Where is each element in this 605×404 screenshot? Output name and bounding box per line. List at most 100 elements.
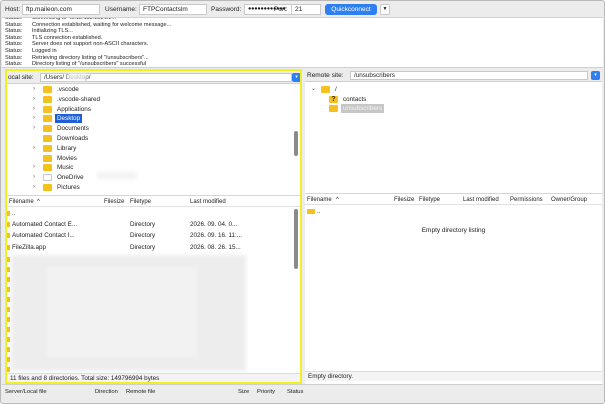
folder-icon	[7, 267, 10, 272]
file-modified: 2026. 09. 04. 0...	[190, 221, 238, 229]
tree-item-label: .vscode-shared	[57, 95, 101, 103]
log-line-text: Directory listing of "/unsubscribers" su…	[32, 61, 147, 68]
folder-icon	[43, 105, 52, 113]
local-pane: ocal site: /Users/ Desktop/ ▾ › .vscode ›.…	[5, 69, 302, 384]
remote-col-filename[interactable]: Filename	[307, 197, 332, 203]
file-type: Directory	[130, 221, 156, 229]
tree-item-label: contacts	[343, 95, 367, 103]
folder-icon	[7, 277, 10, 282]
folder-icon	[43, 95, 52, 103]
chevron-right-icon[interactable]: ›	[33, 124, 41, 133]
remote-directory-tree[interactable]: ⌄ /? contacts unsubscribers	[305, 82, 602, 194]
queue-col-size[interactable]: Size	[238, 389, 249, 395]
folder-icon	[7, 233, 10, 239]
local-path-dropdown[interactable]: ▾	[292, 73, 300, 82]
col-filesize[interactable]: Filesize	[104, 199, 124, 205]
log-line-text: Logged in	[32, 48, 57, 54]
file-row[interactable]: ..	[305, 206, 602, 217]
quickconnect-bar: Host: ftp.maileon.com Username: FTPConta…	[2, 2, 603, 18]
file-type: Directory	[130, 243, 156, 251]
folder-icon	[7, 211, 10, 216]
quickconnect-button[interactable]: Quickconnect	[325, 4, 377, 15]
remote-pane: Remote site: /unsubscribers ▾ ⌄ /? contact…	[305, 69, 602, 384]
message-log: Status: Connecting to 49.12.118.158:21...…	[2, 18, 603, 68]
col-filename[interactable]: Filename	[9, 199, 34, 205]
remote-col-owner-group[interactable]: Owner/Group	[551, 197, 587, 203]
folder-icon	[7, 257, 10, 262]
folder-icon	[7, 307, 10, 312]
file-row[interactable]: FileZilla.app Directory 2026. 08. 26. 15..…	[7, 242, 300, 253]
queue-col-remote-file[interactable]: Remote file	[126, 389, 155, 395]
chevron-right-icon[interactable]: ›	[33, 114, 41, 123]
local-file-list[interactable]: .. Automated Contact E... Directory 2026. 0…	[7, 207, 300, 374]
remote-col-filesize[interactable]: Filesize	[394, 197, 414, 203]
chevron-right-icon[interactable]: ›	[33, 163, 41, 172]
folder-icon	[329, 105, 338, 112]
transfer-queue: Server/Local file Direction Remote file …	[2, 384, 603, 403]
remote-path-input[interactable]: /unsubscribers	[350, 71, 588, 80]
host-input[interactable]: ftp.maileon.com	[22, 4, 100, 15]
chevron-right-icon[interactable]: ›	[33, 144, 41, 153]
log-line-text: TLS connection established.	[32, 34, 103, 41]
log-line-text: Connecting to 49.12.118.158:21...	[32, 18, 116, 21]
queue-col-status[interactable]: Status	[287, 389, 303, 395]
col-last-modified[interactable]: Last modified	[190, 199, 226, 205]
folder-icon	[321, 86, 330, 93]
chevron-right-icon[interactable]: ›	[33, 85, 41, 94]
file-row[interactable]: ..	[7, 208, 300, 219]
chevron-right-icon[interactable]: ›	[33, 105, 41, 114]
username-input[interactable]: FTPContactslm	[139, 4, 207, 15]
local-tree-scrollbar[interactable]	[294, 131, 298, 156]
folder-icon	[43, 144, 52, 152]
log-line: Status: Directory listing of "/unsubscrib…	[5, 61, 147, 68]
remote-path-dropdown[interactable]: ▾	[591, 71, 600, 80]
file-modified: 2026. 09. 16. 11:...	[190, 232, 243, 240]
queue-col-priority[interactable]: Priority	[257, 389, 275, 395]
tree-item-label: Music	[57, 164, 74, 172]
unknown-folder-icon: ?	[329, 95, 338, 103]
remote-file-list[interactable]: Empty directory listing ..	[305, 205, 602, 372]
local-directory-tree[interactable]: › .vscode › .vscode-shared › Applications › Des…	[7, 84, 300, 196]
folder-icon	[43, 184, 52, 191]
file-modified: 2026. 08. 26. 15...	[190, 243, 241, 251]
log-line-text: Connection established, waiting for welc…	[32, 21, 172, 28]
tree-item-label: OneDrive	[57, 174, 84, 182]
file-row[interactable]: Automated Contact E... Directory 2026. 09.…	[7, 219, 300, 230]
file-icon	[43, 174, 52, 182]
local-site-label: ocal site:	[8, 74, 34, 81]
chevron-right-icon[interactable]: ›	[33, 183, 41, 192]
remote-sort-ascending-icon: ^	[336, 197, 339, 203]
remote-col-filetype[interactable]: Filetype	[419, 197, 440, 203]
col-filetype[interactable]: Filetype	[130, 199, 151, 205]
remote-site-bar: Remote site: /unsubscribers ▾	[305, 69, 602, 82]
chevron-right-icon[interactable]: ›	[33, 95, 41, 104]
log-line-text: Server does not support non-ASCII charac…	[32, 41, 149, 48]
tree-item-label: Desktop	[55, 114, 83, 124]
quickconnect-history-dropdown[interactable]: ▼	[380, 4, 390, 15]
port-label: Port:	[274, 6, 288, 13]
tree-item-label: Applications	[57, 105, 91, 113]
tree-item-label: Downloads	[57, 135, 89, 142]
chevron-right-icon[interactable]: ›	[33, 173, 41, 182]
remote-site-label: Remote site:	[307, 72, 344, 79]
folder-icon	[7, 287, 10, 292]
remote-col-permissions[interactable]: Permissions	[510, 197, 543, 203]
tree-item-label: /	[335, 86, 337, 93]
chevron-down-icon[interactable]: ⌄	[311, 85, 319, 94]
local-site-bar: ocal site: /Users/ Desktop/ ▾	[7, 71, 300, 84]
local-status: 11 files and 8 directories. Total size: …	[7, 373, 300, 382]
queue-col-server-local-file[interactable]: Server/Local file	[5, 389, 47, 395]
file-row[interactable]: Automated Contact I... Directory 2026. 09.…	[7, 230, 300, 241]
remote-status: Empty directory.	[305, 371, 602, 381]
remote-col-last-modified[interactable]: Last modified	[463, 197, 499, 203]
port-input[interactable]: 21	[291, 4, 321, 15]
folder-icon	[307, 209, 315, 214]
log-line-type: Status:	[5, 61, 23, 68]
folder-icon	[43, 154, 52, 162]
file-name: FileZilla.app	[12, 243, 46, 251]
folder-icon	[43, 125, 52, 133]
sort-ascending-icon: ^	[37, 199, 40, 205]
tree-item-label: Library	[57, 144, 77, 152]
queue-col-direction[interactable]: Direction	[95, 389, 118, 395]
local-list-header: Filename ^ Filesize Filetype Last modifi…	[7, 197, 300, 207]
